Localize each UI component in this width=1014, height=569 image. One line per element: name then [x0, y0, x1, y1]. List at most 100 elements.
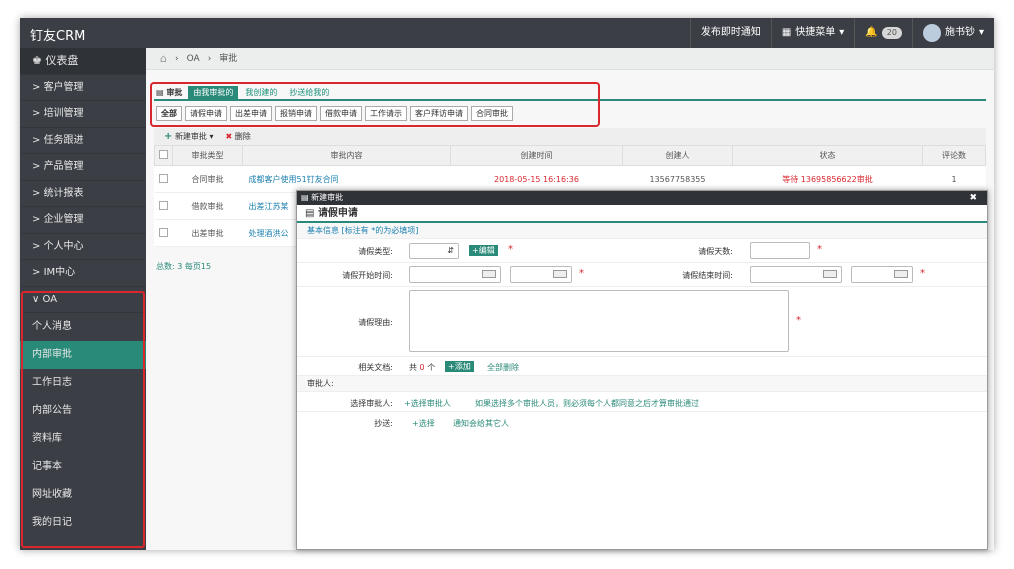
sidebar: ♚ 仪表盘 > 客户管理 > 培训管理 > 任务跟进 > 产品管理 > 统计报表… — [20, 48, 146, 550]
plus-icon: + — [164, 131, 173, 142]
sidebar-item-training[interactable]: > 培训管理 — [20, 101, 146, 128]
leave-time-row: 请假开始时间: * 请假结束时间: * — [297, 263, 987, 287]
select-approver-label: 选择审批人: — [350, 399, 393, 408]
cell-type: 出差审批 — [172, 219, 243, 247]
cc-row: 抄送: +选择 通知会给其它人 — [297, 412, 987, 432]
end-hour-input[interactable] — [851, 266, 913, 283]
row-checkbox-cell[interactable] — [154, 165, 173, 193]
user-menu[interactable]: 施书钞 ▾ — [911, 18, 994, 48]
sidebar-item-label: 产品管理 — [43, 161, 84, 172]
delete-button[interactable]: ✖ 删除 — [226, 131, 251, 142]
breadcrumb-oa[interactable]: OA — [187, 48, 200, 70]
breadcrumb: ⌂ › OA › 审批 — [146, 48, 994, 70]
docs-row: 相关文档: 共 0 个 +添加 全部删除 — [297, 357, 987, 376]
cc-select-link[interactable]: +选择 — [412, 418, 435, 429]
col-comments[interactable]: 评论数 — [922, 145, 986, 166]
sidebar-item-enterprise[interactable]: > 企业管理 — [20, 207, 146, 234]
publish-notice-button[interactable]: 发布即时通知 — [689, 18, 771, 48]
avatar — [922, 24, 941, 42]
leave-days-label: 请假天数: — [698, 247, 733, 256]
end-date-input[interactable] — [750, 266, 842, 283]
sidebar-item-reports[interactable]: > 统计报表 — [20, 181, 146, 207]
notification-count-badge: 20 — [881, 27, 902, 39]
delete-label: 删除 — [234, 132, 251, 141]
notifications-button[interactable]: 🔔 20 — [854, 18, 912, 48]
select-approver-row: 选择审批人: +选择审批人 如果选择多个审批人员，则必须每个人都同意之后才算审批… — [297, 392, 987, 412]
bell-icon: 🔔 — [865, 27, 878, 38]
caret-down-icon: ▾ — [978, 27, 984, 38]
col-creator[interactable]: 创建人 — [622, 145, 733, 166]
select-approver-link-text: 选择审批人 — [410, 399, 451, 408]
sidebar-item-products[interactable]: > 产品管理 — [20, 154, 146, 181]
grid-icon: ▦ — [781, 27, 792, 38]
sidebar-item-label: 个人中心 — [43, 240, 84, 252]
col-type[interactable]: 审批类型 — [172, 145, 243, 166]
sidebar-item-customers[interactable]: > 客户管理 — [20, 75, 146, 101]
basic-info-section: 基本信息 [标注有 *的为必填项] — [297, 223, 987, 239]
sidebar-item-label: 统计报表 — [43, 187, 84, 199]
sidebar-item-label: 客户管理 — [43, 81, 84, 93]
modal-titlebar: ▤ 新建审批 ✖ — [297, 191, 987, 205]
pagination-info: 总数: 3 每页15 — [156, 262, 212, 271]
col-status[interactable]: 状态 — [732, 145, 923, 166]
table-row[interactable]: 合同审批 成都客户使用51钉友合同 2018-05-15 16:16:36 13… — [154, 165, 986, 193]
select-all-checkbox[interactable] — [159, 150, 168, 159]
leave-type-select[interactable]: ⇵ — [409, 243, 459, 259]
app-logo[interactable]: 钉友CRM — [30, 25, 85, 44]
row-checkbox[interactable] — [159, 173, 168, 183]
sidebar-item-tasks[interactable]: > 任务跟进 — [20, 128, 146, 154]
row-checkbox-cell[interactable] — [154, 192, 173, 220]
sidebar-item-label: 仪表盘 — [45, 54, 79, 67]
calendar-icon[interactable] — [894, 270, 908, 278]
select-approver-link[interactable]: +选择审批人 — [404, 398, 451, 409]
cell-content[interactable]: 成都客户使用51钉友合同 — [242, 165, 451, 193]
dashboard-icon: ♚ — [32, 54, 42, 67]
row-checkbox-cell[interactable] — [154, 219, 173, 247]
cell-creator: 13567758355 — [622, 165, 733, 193]
docs-label: 相关文档: — [358, 363, 393, 372]
cell-type: 合同审批 — [172, 165, 243, 193]
reason-textarea[interactable] — [409, 290, 789, 352]
col-content[interactable]: 审批内容 — [242, 145, 451, 166]
calendar-icon[interactable] — [553, 270, 567, 278]
required-mark: * — [579, 268, 584, 279]
sidebar-item-personal[interactable]: > 个人中心 — [20, 234, 146, 260]
delete-all-docs-link[interactable]: 全部删除 — [487, 362, 519, 373]
edit-label: 编辑 — [478, 246, 495, 255]
oa-highlight-box — [21, 291, 145, 548]
docs-count: 0 — [419, 363, 425, 372]
start-hour-input[interactable] — [510, 266, 572, 283]
row-checkbox[interactable] — [159, 200, 168, 210]
required-mark: * — [796, 315, 801, 326]
publish-label: 发布即时通知 — [700, 27, 761, 38]
cell-comments: 1 — [922, 165, 986, 193]
reason-row: 请假理由: * — [297, 287, 987, 357]
calendar-icon[interactable] — [823, 270, 837, 278]
home-icon[interactable]: ⌂ — [160, 48, 167, 70]
list-toolbar: + 新建审批 ▾ ✖ 删除 — [154, 128, 986, 145]
sidebar-item-label: 培训管理 — [43, 108, 84, 119]
quick-menu-button[interactable]: ▦ 快捷菜单 ▾ — [770, 18, 854, 48]
new-approval-button[interactable]: + 新建审批 ▾ — [164, 131, 214, 142]
leave-type-row: 请假类型: ⇵ +编辑 * 请假天数: * — [297, 239, 987, 263]
breadcrumb-current: 审批 — [219, 53, 238, 64]
close-icon[interactable]: ✖ — [969, 191, 977, 205]
add-doc-button[interactable]: +添加 — [445, 361, 474, 372]
cell-created-time: 2018-05-15 16:16:36 — [450, 165, 623, 193]
leave-days-input[interactable] — [750, 242, 810, 259]
calendar-icon[interactable] — [482, 270, 496, 278]
sidebar-item-dashboard[interactable]: ♚ 仪表盘 — [20, 48, 146, 75]
row-checkbox[interactable] — [159, 227, 168, 237]
top-bar: 钉友CRM 发布即时通知 ▦ 快捷菜单 ▾ 🔔 20 施书钞 ▾ — [20, 18, 994, 48]
tabs-highlight-box — [150, 82, 600, 127]
modal-bar-title: 新建审批 — [311, 193, 344, 202]
select-arrows-icon: ⇵ — [447, 246, 454, 255]
edit-leave-type-button[interactable]: +编辑 — [469, 245, 498, 256]
caret-down-icon: ▾ — [839, 27, 845, 38]
select-all-cell[interactable] — [154, 145, 173, 166]
sidebar-item-label: 企业管理 — [43, 214, 84, 225]
sidebar-item-im[interactable]: > IM中心 — [20, 260, 146, 287]
col-created-time[interactable]: 创建时间 — [450, 145, 623, 166]
start-date-input[interactable] — [409, 266, 501, 283]
start-time-label: 请假开始时间: — [342, 271, 393, 280]
